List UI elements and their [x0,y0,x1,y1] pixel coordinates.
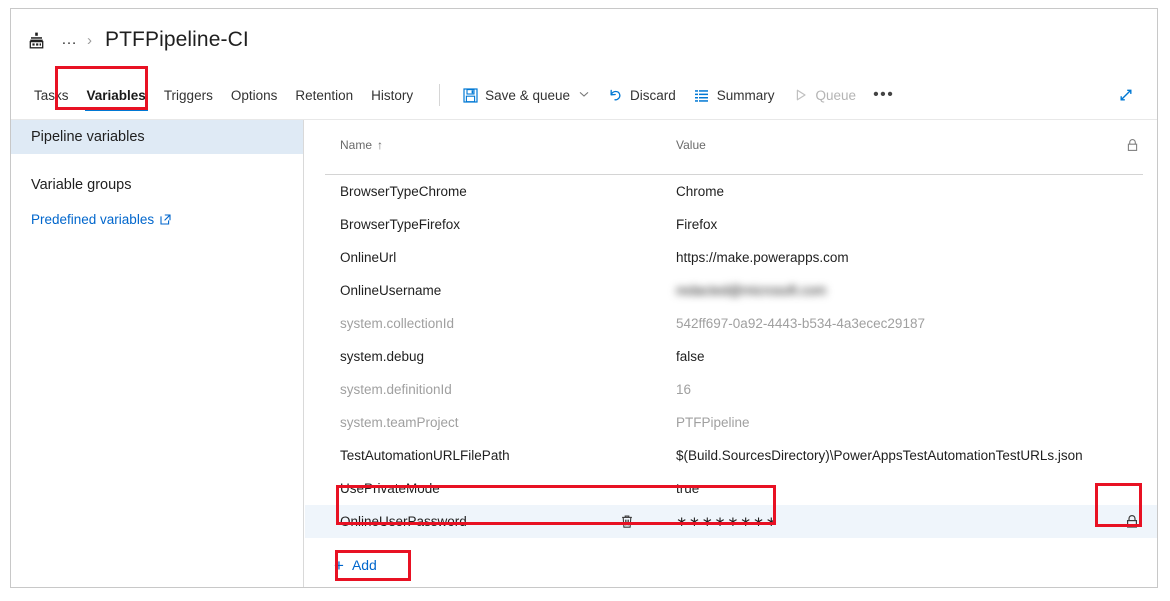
page-title: PTFPipeline-CI [105,28,249,51]
column-header-name[interactable]: Name ↑ [340,138,383,152]
variable-name: system.debug [340,349,425,364]
variable-value[interactable]: Chrome [676,175,724,208]
add-button[interactable]: + Add [326,554,389,576]
pipeline-editor-window: … › PTFPipeline-CI Tasks Variables Trigg… [10,8,1158,588]
sidebar-item-pipeline-variables[interactable]: Pipeline variables [11,120,303,154]
save-icon [462,87,478,103]
discard-label: Discard [630,87,676,103]
variable-name: OnlineUserPassword [340,514,467,529]
breadcrumb: … › PTFPipeline-CI [11,9,1157,71]
plus-icon: + [334,555,344,575]
pipeline-icon [25,29,47,51]
table-row[interactable]: UsePrivateMode true [305,472,1157,505]
table-row-selected[interactable]: OnlineUserPassword ∗∗∗∗∗∗∗∗ [305,505,1157,538]
predefined-variables-link[interactable]: Predefined variables [11,212,303,227]
variable-name: OnlineUrl [340,250,397,265]
variable-name: BrowserTypeFirefox [340,217,461,232]
table-row[interactable]: OnlineUrl https://make.powerapps.com [305,241,1157,274]
table-body: BrowserTypeChrome Chrome BrowserTypeFire… [305,175,1157,538]
queue-label: Queue [815,87,857,103]
toolbar-divider [439,84,441,106]
table-row[interactable]: BrowserTypeChrome Chrome [305,175,1157,208]
chevron-down-icon[interactable] [579,90,589,101]
variable-name: OnlineUsername [340,283,442,298]
play-icon [793,87,809,103]
variable-name: system.collectionId [340,316,455,331]
breadcrumb-ellipsis[interactable]: … [61,32,78,48]
summary-list-icon [694,87,710,103]
variable-value[interactable]: false [676,340,705,373]
tab-options[interactable]: Options [222,71,287,120]
variable-value[interactable]: $(Build.SourcesDirectory)\PowerAppsTestA… [676,439,1083,472]
sort-ascending-icon: ↑ [377,138,384,152]
tab-variables[interactable]: Variables [78,71,155,120]
toolbar-overflow-button[interactable]: ••• [865,87,902,103]
queue-button: Queue [784,80,866,110]
variable-value[interactable]: Firefox [676,208,717,241]
table-row[interactable]: BrowserTypeFirefox Firefox [305,208,1157,241]
toolbar: Tasks Variables Triggers Options Retenti… [11,71,1157,120]
variable-value: PTFPipeline [676,415,750,430]
table-row[interactable]: system.teamProject PTFPipeline [305,406,1157,439]
lock-closed-icon[interactable] [1125,505,1139,538]
tab-history[interactable]: History [362,71,422,120]
sidebar: Pipeline variables Variable groups Prede… [11,120,304,587]
column-header-lock-icon [1126,138,1139,152]
table-row[interactable]: system.collectionId 542ff697-0a92-4443-b… [305,307,1157,340]
summary-label: Summary [716,87,775,103]
summary-button[interactable]: Summary [685,80,784,110]
sidebar-item-variable-groups[interactable]: Variable groups [11,168,303,202]
column-header-value[interactable]: Value [676,138,706,152]
variable-name: system.definitionId [340,382,452,397]
save-and-queue-button[interactable]: Save & queue [453,80,598,110]
variable-value[interactable]: true [676,472,699,505]
save-and-queue-label: Save & queue [485,87,570,103]
table-row[interactable]: OnlineUsername redacted@microsoft.com [305,274,1157,307]
variable-name: TestAutomationURLFilePath [340,448,510,463]
add-variable-row: + Add [305,554,1157,582]
variable-value: 16 [676,382,692,397]
add-label: Add [351,557,377,573]
external-link-icon [160,214,171,225]
variable-name: BrowserTypeChrome [340,184,467,199]
variable-name: UsePrivateMode [340,481,440,496]
variable-value-redacted[interactable]: redacted@microsoft.com [676,274,826,307]
table-row[interactable]: TestAutomationURLFilePath $(Build.Source… [305,439,1157,472]
table-row[interactable]: system.debug false [305,340,1157,373]
undo-icon [607,87,623,103]
tab-retention[interactable]: Retention [286,71,362,120]
variables-table: Name ↑ Value BrowserTypeChrome Chrome Br… [305,120,1157,582]
tab-tasks[interactable]: Tasks [25,71,78,120]
trash-icon[interactable] [620,505,634,538]
variables-panel: Name ↑ Value BrowserTypeChrome Chrome Br… [305,120,1157,587]
table-row[interactable]: system.definitionId 16 [305,373,1157,406]
tab-triggers[interactable]: Triggers [155,71,222,120]
variable-name: system.teamProject [340,415,459,430]
predefined-variables-label: Predefined variables [31,212,155,227]
expand-icon[interactable] [1115,84,1137,106]
discard-button[interactable]: Discard [598,80,685,110]
column-header-name-label: Name [340,138,373,152]
variable-value-masked[interactable]: ∗∗∗∗∗∗∗∗ [676,505,779,538]
variable-value: 542ff697-0a92-4443-b534-4a3ecec29187 [676,316,925,331]
table-header-row: Name ↑ Value [305,131,1157,175]
variable-value[interactable]: https://make.powerapps.com [676,241,849,274]
breadcrumb-separator: › [87,31,92,49]
